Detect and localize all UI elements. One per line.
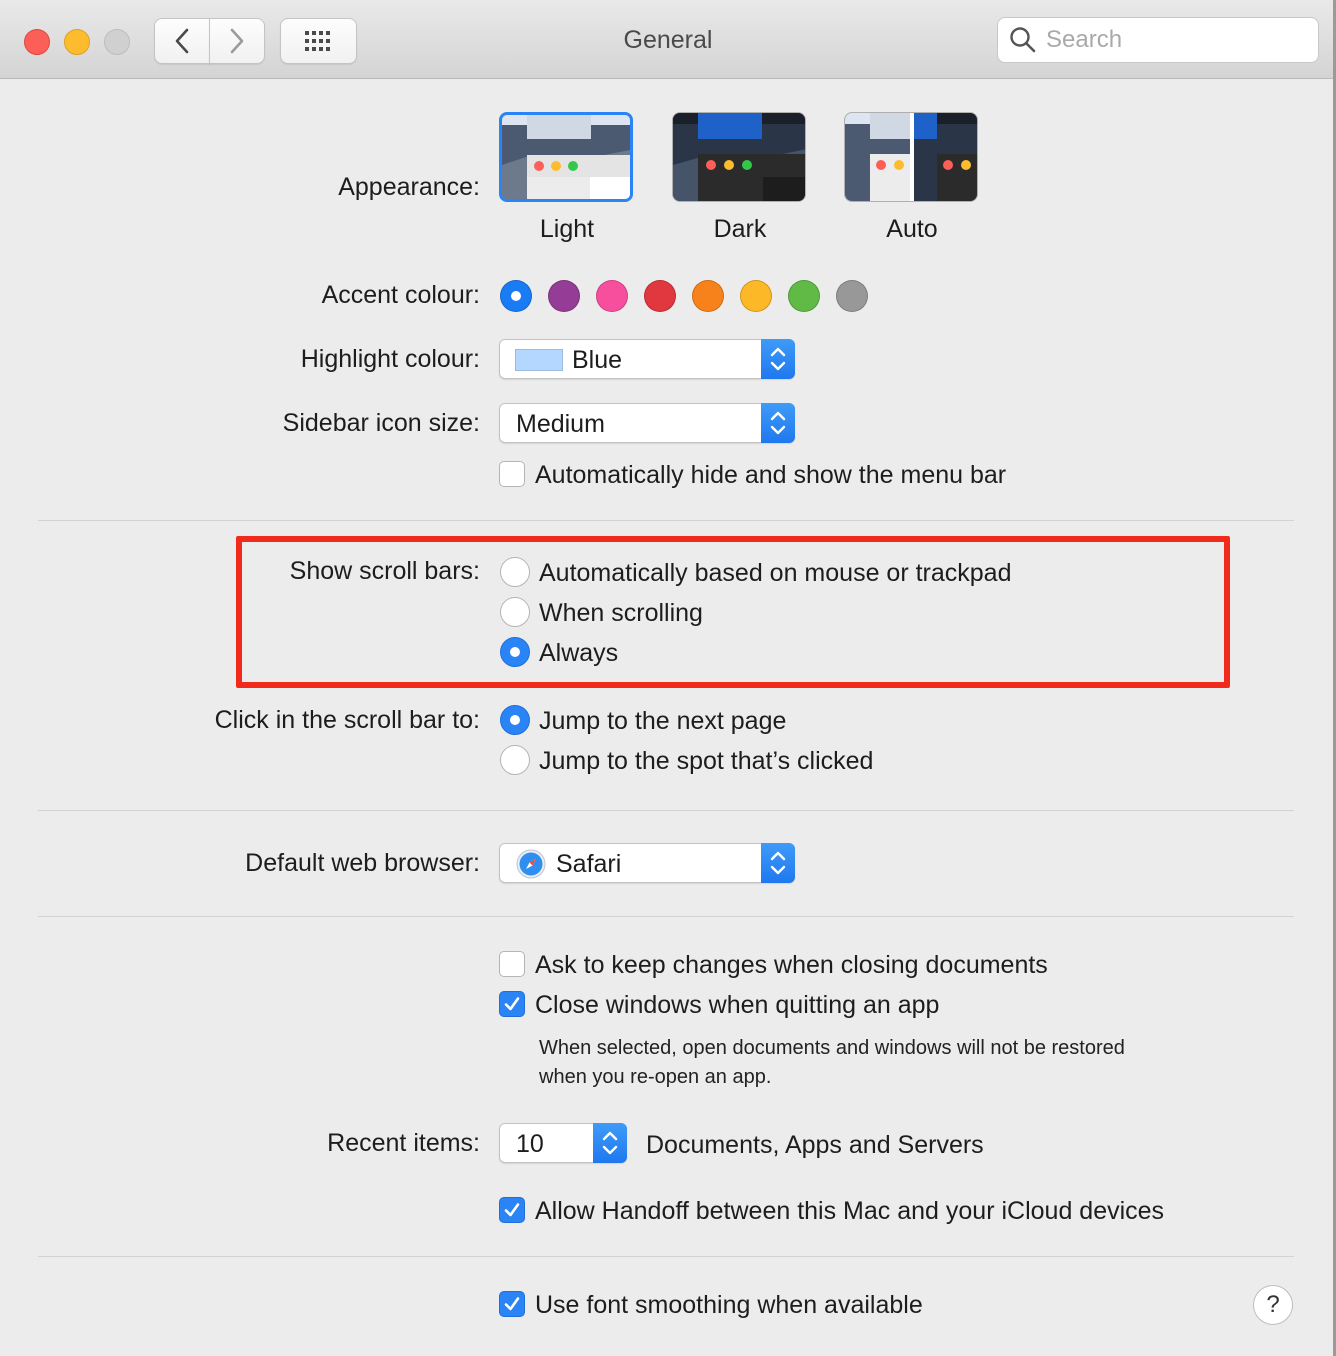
appearance-option-light[interactable]: Light [497, 215, 637, 244]
recent-items-value: 10 [516, 1130, 544, 1158]
dark-preview-icon [673, 113, 805, 201]
section-divider [38, 810, 1294, 811]
red-annotation-box [236, 536, 1230, 688]
highlight-colour-popup[interactable]: Blue [499, 339, 795, 379]
recent-items-suffix: Documents, Apps and Servers [646, 1131, 984, 1159]
close-windows-checkbox[interactable] [499, 991, 525, 1017]
accent-colour-label: Accent colour: [321, 281, 480, 309]
menu-bar-label[interactable]: Automatically hide and show the menu bar [535, 461, 1006, 490]
search-field[interactable]: Search [997, 17, 1319, 63]
accent-colour-swatch[interactable] [644, 280, 676, 312]
search-icon [1010, 27, 1036, 53]
popup-arrows-icon [761, 339, 795, 379]
highlight-colour-label: Highlight colour: [300, 345, 480, 373]
popup-arrows-icon [593, 1123, 627, 1163]
sidebar-icon-size-label: Sidebar icon size: [282, 409, 480, 437]
appearance-light-thumbnail[interactable] [499, 112, 633, 202]
sidebar-icon-size-popup[interactable]: Medium [499, 403, 795, 443]
help-button[interactable]: ? [1253, 1285, 1293, 1325]
accent-colour-swatch[interactable] [788, 280, 820, 312]
accent-colour-swatch[interactable] [596, 280, 628, 312]
ask-keep-changes-label[interactable]: Ask to keep changes when closing documen… [535, 951, 1048, 980]
popup-arrows-icon [761, 843, 795, 883]
recent-items-label: Recent items: [327, 1129, 480, 1157]
handoff-checkbox[interactable] [499, 1197, 525, 1223]
close-windows-note-line2: when you re-open an app. [539, 1066, 772, 1088]
accent-colour-swatch[interactable] [692, 280, 724, 312]
close-windows-note-line1: When selected, open documents and window… [539, 1037, 1125, 1059]
default-browser-value: Safari [556, 850, 622, 878]
appearance-label: Appearance: [338, 173, 480, 201]
appearance-option-auto[interactable]: Auto [842, 215, 982, 244]
click-scroll-bar-label: Click in the scroll bar to: [214, 706, 480, 734]
accent-colour-swatch[interactable] [836, 280, 868, 312]
jump-to-spot-radio[interactable] [500, 745, 530, 775]
recent-items-popup[interactable]: 10 [499, 1123, 627, 1163]
menu-bar-checkbox[interactable] [499, 461, 525, 487]
jump-next-page-label[interactable]: Jump to the next page [539, 707, 786, 736]
section-divider [38, 916, 1294, 917]
default-browser-label: Default web browser: [245, 849, 480, 877]
ask-keep-changes-checkbox[interactable] [499, 951, 525, 977]
highlight-colour-value: Blue [572, 346, 623, 374]
light-preview-icon [502, 115, 630, 199]
search-placeholder: Search [1046, 26, 1123, 53]
auto-preview-icon [845, 113, 977, 201]
safari-icon [516, 849, 546, 879]
checkmark-icon [504, 1297, 520, 1311]
sidebar-icon-size-value: Medium [516, 410, 605, 438]
window-titlebar: General Search [0, 0, 1336, 79]
selected-indicator-icon [511, 291, 521, 301]
checkmark-icon [504, 1203, 520, 1217]
checkmark-icon [504, 997, 520, 1011]
accent-colour-swatch[interactable] [500, 280, 532, 312]
appearance-option-dark[interactable]: Dark [670, 215, 810, 244]
font-smoothing-label[interactable]: Use font smoothing when available [535, 1291, 923, 1320]
font-smoothing-checkbox[interactable] [499, 1291, 525, 1317]
accent-colour-swatch[interactable] [548, 280, 580, 312]
appearance-auto-thumbnail[interactable] [844, 112, 978, 202]
close-windows-label[interactable]: Close windows when quitting an app [535, 991, 939, 1020]
handoff-label[interactable]: Allow Handoff between this Mac and your … [535, 1197, 1164, 1226]
popup-arrows-icon [761, 403, 795, 443]
default-browser-popup[interactable]: Safari [499, 843, 795, 883]
section-divider [38, 1256, 1294, 1257]
section-divider [38, 520, 1294, 521]
jump-to-spot-label[interactable]: Jump to the spot that’s clicked [539, 747, 873, 776]
highlight-colour-swatch [515, 349, 563, 371]
accent-colour-swatch[interactable] [740, 280, 772, 312]
jump-next-page-radio[interactable] [500, 705, 530, 735]
appearance-dark-thumbnail[interactable] [672, 112, 806, 202]
